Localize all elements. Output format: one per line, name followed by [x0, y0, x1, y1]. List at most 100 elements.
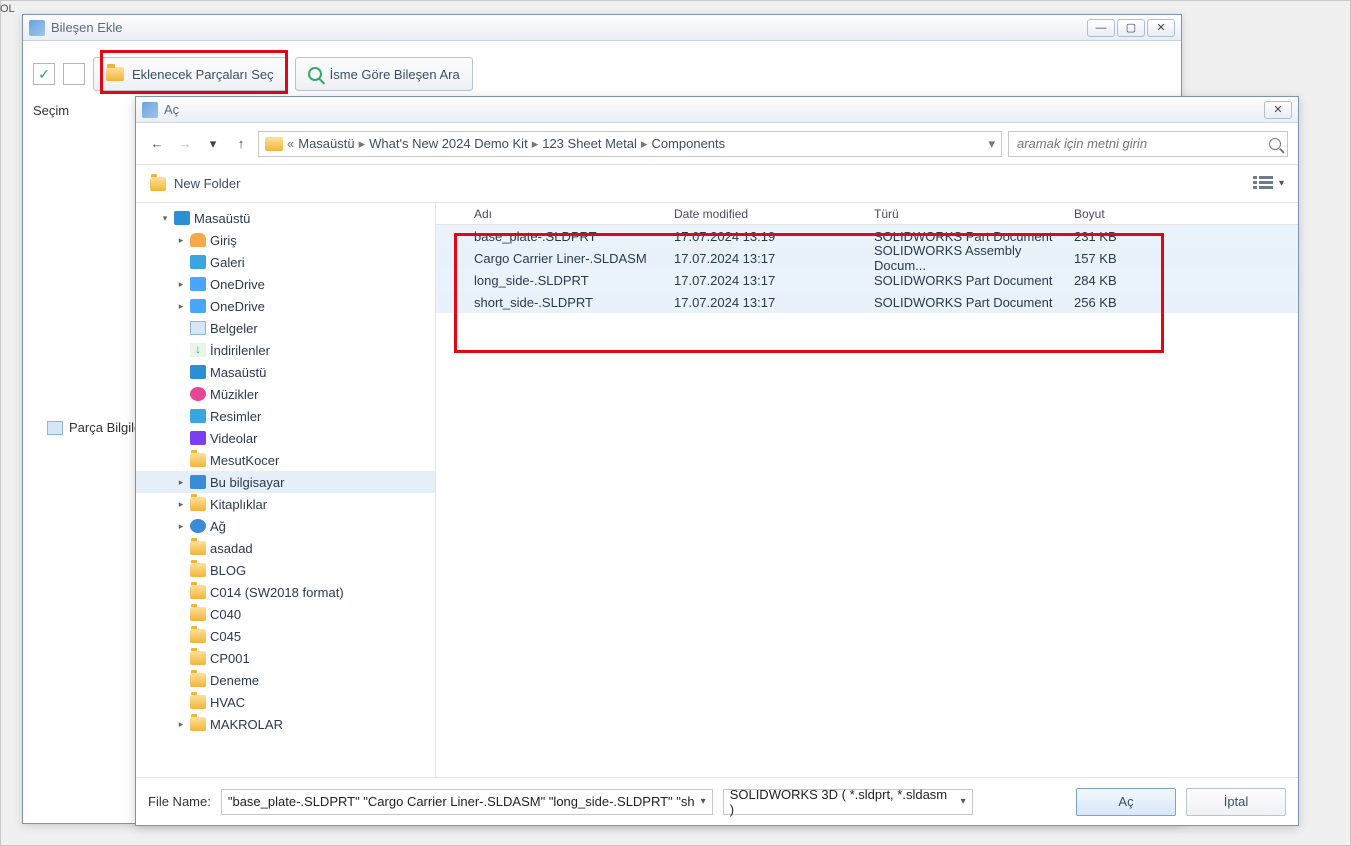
expand-icon[interactable]: ▸ [176, 301, 186, 312]
tree-item[interactable]: ▸Kitaplıklar [136, 493, 435, 515]
search-box[interactable] [1008, 131, 1288, 157]
tree-item-label: OneDrive [210, 299, 265, 314]
chevron-down-icon: ▾ [1279, 178, 1284, 189]
search-by-name-button[interactable]: İsme Göre Bileşen Ara [295, 57, 473, 91]
folder-tree[interactable]: ▾Masaüstü▸GirişGaleri▸OneDrive▸OneDriveB… [136, 203, 436, 777]
open-close-button[interactable]: ✕ [1264, 101, 1292, 119]
file-list-header[interactable]: Adı Date modified Türü Boyut [436, 203, 1298, 225]
new-folder-button[interactable]: New Folder [150, 176, 240, 191]
file-date: 17.07.2024 13:17 [664, 295, 864, 310]
file-name: Cargo Carrier Liner-.SLDASM [464, 251, 664, 266]
chevron-down-icon[interactable]: ▾ [988, 136, 995, 152]
bc-item[interactable]: Components [651, 136, 725, 151]
bc-item[interactable]: Masaüstü [298, 136, 354, 151]
cancel-button[interactable]: İptal [1186, 788, 1286, 816]
tree-item[interactable]: C014 (SW2018 format) [136, 581, 435, 603]
expand-icon[interactable]: ▸ [176, 521, 186, 532]
expand-icon[interactable]: ▸ [176, 719, 186, 730]
bc-item[interactable]: What's New 2024 Demo Kit [369, 136, 528, 151]
window-titlebar[interactable]: Bileşen Ekle — ▢ ✕ [23, 15, 1181, 41]
select-parts-button[interactable]: Eklenecek Parçaları Seç [93, 57, 287, 91]
file-date: 17.07.2024 13:17 [664, 251, 864, 266]
tree-item[interactable]: BLOG [136, 559, 435, 581]
nav-history-dropdown[interactable]: ▾ [202, 133, 224, 155]
file-type: SOLIDWORKS Part Document [864, 295, 1064, 310]
file-list[interactable]: Adı Date modified Türü Boyut base_plate-… [436, 203, 1298, 777]
tree-item[interactable]: ▸ OneDrive [136, 295, 435, 317]
close-button[interactable]: ✕ [1147, 19, 1175, 37]
expand-icon[interactable]: ▸ [176, 235, 186, 246]
nav-back-icon[interactable]: ← [146, 133, 168, 155]
breadcrumb[interactable]: « Masaüstü ▸ What's New 2024 Demo Kit ▸ … [258, 131, 1002, 157]
tree-item[interactable]: ▸OneDrive [136, 273, 435, 295]
file-date: 17.07.2024 13:17 [664, 273, 864, 288]
file-name: short_side-.SLDPRT [464, 295, 664, 310]
file-name-combo[interactable]: "base_plate-.SLDPRT" "Cargo Carrier Line… [221, 789, 713, 815]
checkbox-all[interactable] [33, 63, 55, 85]
bc-prefix: « [287, 136, 294, 151]
open-titlebar[interactable]: Aç ✕ [136, 97, 1298, 123]
chevron-right-icon: ▸ [359, 136, 366, 152]
chevron-down-icon[interactable]: ▾ [961, 796, 966, 807]
toolbar: Eklenecek Parçaları Seç İsme Göre Bileşe… [33, 51, 1171, 97]
file-row[interactable]: Cargo Carrier Liner-.SLDASM17.07.2024 13… [436, 247, 1298, 269]
tree-item[interactable]: Galeri [136, 251, 435, 273]
tree-item[interactable]: Videolar [136, 427, 435, 449]
pic-icon [190, 255, 206, 269]
tree-item-label: CP001 [210, 651, 250, 666]
tree-item[interactable]: ▸Bu bilgisayar [136, 471, 435, 493]
nav-up-icon[interactable]: ↑ [230, 133, 252, 155]
open-button[interactable]: Aç [1076, 788, 1176, 816]
checkbox-none[interactable] [63, 63, 85, 85]
nav-forward-icon[interactable]: → [174, 133, 196, 155]
tree-item-label: Resimler [210, 409, 261, 424]
tree-item-label: MesutKocer [210, 453, 279, 468]
tree-item-label: Masaüstü [210, 365, 266, 380]
view-switch[interactable]: ▾ [1253, 176, 1284, 192]
tree-item[interactable]: CP001 [136, 647, 435, 669]
tree-item[interactable]: ▸Ağ [136, 515, 435, 537]
col-size[interactable]: Boyut [1064, 207, 1144, 221]
tree-item[interactable]: ▸Giriş [136, 229, 435, 251]
expand-icon[interactable]: ▸ [176, 279, 186, 290]
chevron-down-icon[interactable]: ▾ [701, 796, 706, 807]
col-date[interactable]: Date modified [664, 207, 864, 221]
expand-icon[interactable]: ▾ [160, 213, 170, 224]
filter-combo[interactable]: SOLIDWORKS 3D ( *.sldprt, *.sldasm ) ▾ [723, 789, 973, 815]
file-size: 157 KB [1064, 251, 1144, 266]
card-icon [47, 421, 63, 435]
tree-item[interactable]: Deneme [136, 669, 435, 691]
file-size: 231 KB [1064, 229, 1144, 244]
tree-item-label: Müzikler [210, 387, 258, 402]
tree-item[interactable]: ▾Masaüstü [136, 207, 435, 229]
folder-icon [190, 673, 206, 687]
col-name[interactable]: Adı [464, 207, 664, 221]
file-type: SOLIDWORKS Part Document [864, 273, 1064, 288]
tree-item[interactable]: Müzikler [136, 383, 435, 405]
home-icon [190, 233, 206, 247]
expand-icon[interactable]: ▸ [176, 477, 186, 488]
tree-item[interactable]: İndirilenler [136, 339, 435, 361]
tree-item[interactable]: Belgeler [136, 317, 435, 339]
minimize-button[interactable]: — [1087, 19, 1115, 37]
file-row[interactable]: long_side-.SLDPRT17.07.2024 13:17SOLIDWO… [436, 269, 1298, 291]
tree-item[interactable]: ▸MAKROLAR [136, 713, 435, 735]
tree-item[interactable]: C040 [136, 603, 435, 625]
tree-item[interactable]: C045 [136, 625, 435, 647]
file-name-value: "base_plate-.SLDPRT" "Cargo Carrier Line… [228, 794, 695, 809]
file-row[interactable]: short_side-.SLDPRT17.07.2024 13:17SOLIDW… [436, 291, 1298, 313]
drive-icon [190, 277, 206, 291]
doc-icon [190, 321, 206, 335]
tree-item[interactable]: Masaüstü [136, 361, 435, 383]
maximize-button[interactable]: ▢ [1117, 19, 1145, 37]
tree-item[interactable]: MesutKocer [136, 449, 435, 471]
tree-item[interactable]: HVAC [136, 691, 435, 713]
col-type[interactable]: Türü [864, 207, 1064, 221]
search-input[interactable] [1015, 135, 1263, 152]
tree-item[interactable]: asadad [136, 537, 435, 559]
search-by-name-label: İsme Göre Bileşen Ara [330, 67, 460, 82]
tree-item[interactable]: Resimler [136, 405, 435, 427]
search-icon [308, 67, 322, 81]
expand-icon[interactable]: ▸ [176, 499, 186, 510]
bc-item[interactable]: 123 Sheet Metal [542, 136, 637, 151]
